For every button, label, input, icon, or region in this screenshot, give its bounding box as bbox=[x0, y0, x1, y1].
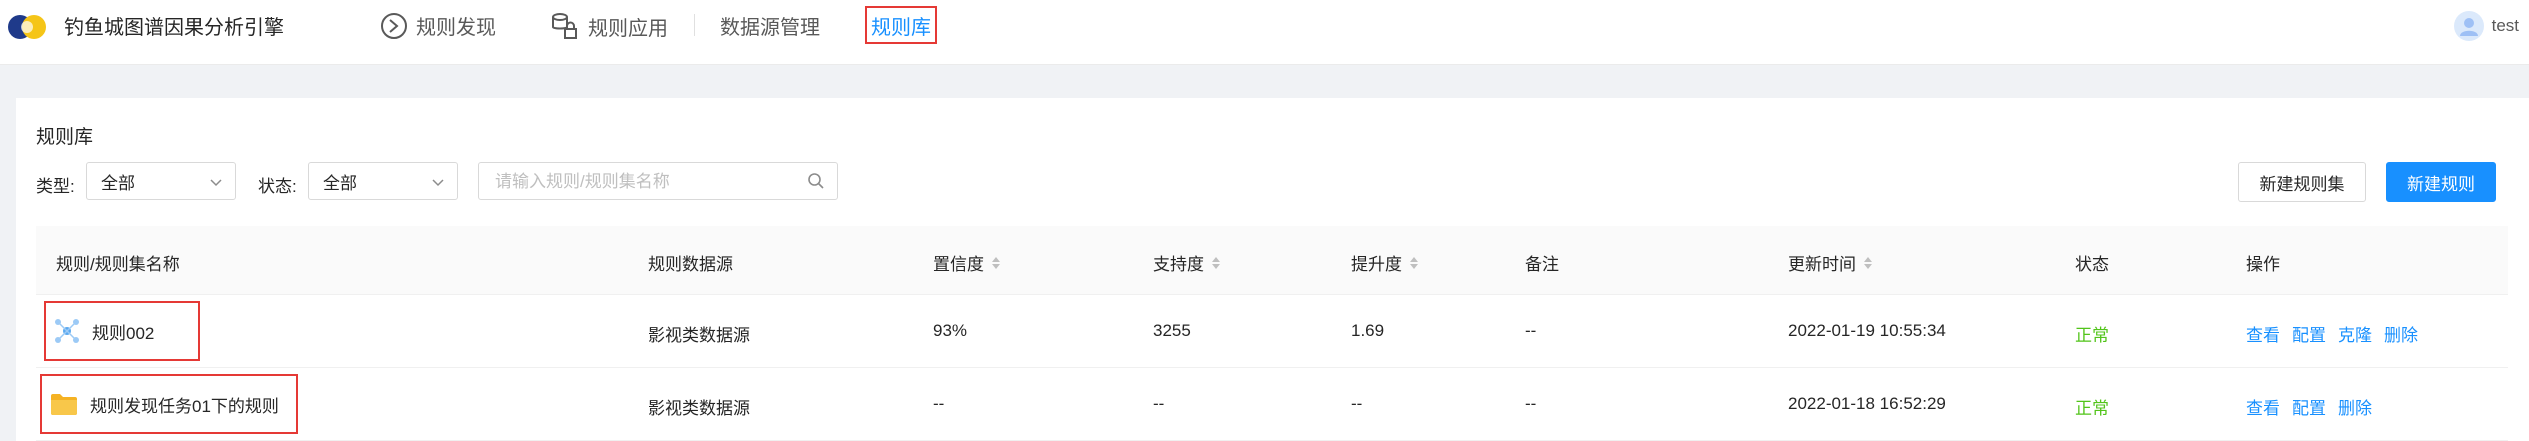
rule-updated-time: 2022-01-19 10:55:34 bbox=[1788, 321, 1946, 340]
configure-link[interactable]: 配置 bbox=[2292, 321, 2326, 346]
row-actions: 查看 配置 删除 bbox=[2246, 394, 2372, 419]
type-filter-select[interactable]: 全部 bbox=[86, 162, 236, 200]
sort-icon[interactable] bbox=[1410, 256, 1418, 269]
chevron-down-icon bbox=[210, 179, 222, 187]
nav-datasource-management[interactable]: 数据源管理 bbox=[720, 11, 820, 40]
rule-confidence: 93% bbox=[933, 321, 968, 340]
app-title: 钓鱼城图谱因果分析引擎 bbox=[64, 17, 284, 39]
folder-icon bbox=[50, 392, 78, 416]
chevron-down-icon bbox=[432, 179, 444, 187]
database-lock-icon bbox=[550, 11, 580, 41]
app-logo-icon bbox=[8, 15, 46, 39]
type-filter-value: 全部 bbox=[101, 173, 135, 193]
rule-updated-time: 2022-01-18 16:52:29 bbox=[1788, 394, 1946, 413]
row-actions: 查看 配置 克隆 删除 bbox=[2246, 321, 2418, 346]
rule-name: 规则002 bbox=[92, 323, 155, 343]
rule-confidence: -- bbox=[933, 394, 945, 413]
column-header-source: 规则数据源 bbox=[648, 255, 733, 274]
clone-link[interactable]: 克隆 bbox=[2338, 321, 2372, 346]
table-header: 规则/规则集名称 规则数据源 置信度 支持度 提升度 备注 更新时间 状态 操作 bbox=[36, 226, 2508, 295]
search-input[interactable] bbox=[493, 163, 797, 201]
table-row: 规则发现任务01下的规则 影视类数据源 -- -- -- -- 2022-01-… bbox=[36, 368, 2508, 441]
nav-divider bbox=[694, 14, 695, 36]
configure-link[interactable]: 配置 bbox=[2292, 394, 2326, 419]
column-header-actions: 操作 bbox=[2246, 255, 2280, 274]
new-ruleset-button[interactable]: 新建规则集 bbox=[2238, 162, 2366, 202]
rule-note: -- bbox=[1525, 394, 1537, 413]
search-box bbox=[478, 162, 838, 201]
search-icon[interactable] bbox=[807, 172, 825, 190]
avatar bbox=[2453, 11, 2484, 41]
column-header-confidence[interactable]: 置信度 bbox=[933, 250, 1000, 275]
top-header: 钓鱼城图谱因果分析引擎 规则发现 规则应用 数据源管理 规则库 test bbox=[0, 0, 2529, 65]
delete-link[interactable]: 删除 bbox=[2338, 394, 2372, 419]
user-icon bbox=[2459, 18, 2478, 36]
sort-icon[interactable] bbox=[1864, 256, 1872, 269]
status-filter-label: 状态: bbox=[258, 177, 297, 196]
nav-label: 规则发现 bbox=[416, 17, 496, 39]
nav-rule-library[interactable]: 规则库 bbox=[865, 6, 937, 44]
rule-support: 3255 bbox=[1153, 321, 1191, 340]
column-header-status: 状态 bbox=[2075, 255, 2109, 274]
column-header-support[interactable]: 支持度 bbox=[1153, 250, 1220, 275]
rule-table: 规则/规则集名称 规则数据源 置信度 支持度 提升度 备注 更新时间 状态 操作… bbox=[36, 226, 2508, 441]
status-filter-select[interactable]: 全部 bbox=[308, 162, 458, 200]
table-row: 规则002 影视类数据源 93% 3255 1.69 -- 2022-01-19… bbox=[36, 295, 2508, 368]
page-title: 规则库 bbox=[36, 127, 94, 148]
user-menu[interactable]: test bbox=[2453, 11, 2519, 41]
ruleset-name: 规则发现任务01下的规则 bbox=[90, 396, 279, 416]
nav-rule-application[interactable]: 规则应用 bbox=[550, 11, 668, 41]
rule-source: 影视类数据源 bbox=[648, 326, 750, 345]
view-link[interactable]: 查看 bbox=[2246, 321, 2280, 346]
rule-graph-icon bbox=[54, 318, 80, 344]
rule-name-cell[interactable]: 规则002 bbox=[44, 301, 200, 361]
delete-link[interactable]: 删除 bbox=[2384, 321, 2418, 346]
column-header-name: 规则/规则集名称 bbox=[56, 255, 180, 274]
ruleset-name-cell[interactable]: 规则发现任务01下的规则 bbox=[40, 374, 298, 434]
rule-note: -- bbox=[1525, 321, 1537, 340]
nav-label: 数据源管理 bbox=[720, 17, 820, 39]
column-header-note: 备注 bbox=[1525, 255, 1559, 274]
column-header-lift[interactable]: 提升度 bbox=[1351, 250, 1418, 275]
rule-library-card: 规则库 类型: 全部 状态: 全部 新建规则集 新建规则 规则/规则集名称 规则… bbox=[16, 98, 2529, 441]
sort-icon[interactable] bbox=[992, 256, 1000, 269]
rule-lift: 1.69 bbox=[1351, 321, 1385, 340]
sort-icon[interactable] bbox=[1212, 256, 1220, 269]
rule-source: 影视类数据源 bbox=[648, 399, 750, 418]
view-link[interactable]: 查看 bbox=[2246, 394, 2280, 419]
column-header-updated[interactable]: 更新时间 bbox=[1788, 250, 1872, 275]
rule-support: -- bbox=[1153, 394, 1165, 413]
new-rule-button[interactable]: 新建规则 bbox=[2386, 162, 2496, 202]
nav-label: 规则库 bbox=[871, 16, 931, 39]
nav-label: 规则应用 bbox=[588, 17, 668, 40]
status-filter-value: 全部 bbox=[323, 173, 357, 193]
rule-lift: -- bbox=[1351, 394, 1363, 413]
username: test bbox=[2491, 16, 2519, 35]
status-badge: 正常 bbox=[2075, 326, 2109, 345]
status-badge: 正常 bbox=[2075, 399, 2109, 418]
type-filter-label: 类型: bbox=[36, 177, 75, 196]
nav-rule-discovery[interactable]: 规则发现 bbox=[380, 11, 496, 40]
rule-discovery-icon bbox=[380, 12, 408, 40]
